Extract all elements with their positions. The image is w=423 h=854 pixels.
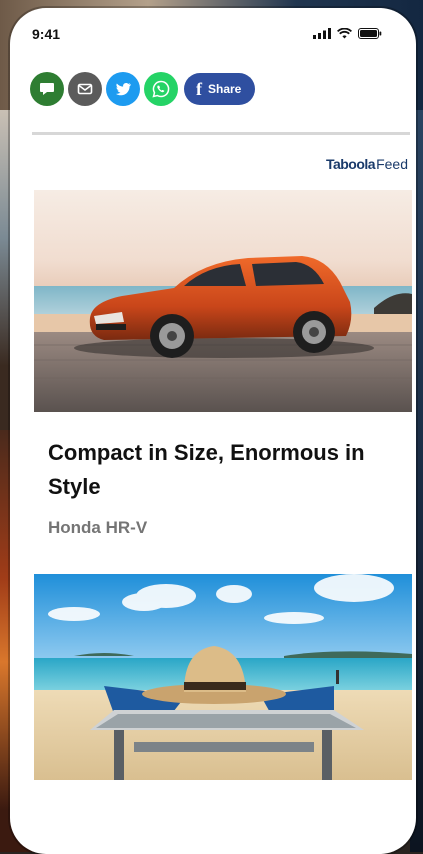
share-label: Share bbox=[208, 82, 242, 96]
mail-icon bbox=[77, 83, 93, 95]
facebook-share-button[interactable]: f Share bbox=[184, 73, 256, 105]
feed-label: Feed bbox=[376, 156, 408, 172]
status-time: 9:41 bbox=[32, 26, 61, 42]
card-image-suv[interactable] bbox=[34, 190, 412, 412]
facebook-icon: f bbox=[196, 78, 202, 99]
comment-icon bbox=[40, 83, 54, 95]
email-share-button[interactable] bbox=[68, 72, 102, 106]
divider bbox=[32, 132, 410, 135]
wifi-icon bbox=[337, 28, 352, 39]
twitter-share-button[interactable] bbox=[106, 72, 140, 106]
status-icons bbox=[313, 28, 382, 39]
battery-icon bbox=[358, 28, 382, 39]
twitter-icon bbox=[115, 82, 132, 96]
card-sponsor[interactable]: Honda HR-V bbox=[48, 518, 147, 538]
comment-button[interactable] bbox=[30, 72, 64, 106]
card-title[interactable]: Compact in Size, Enormous in Style bbox=[48, 436, 398, 504]
status-bar: 9:41 bbox=[10, 8, 416, 56]
whatsapp-share-button[interactable] bbox=[144, 72, 178, 106]
taboola-feed-logo: Taboola Feed bbox=[326, 156, 408, 172]
share-bar: f Share bbox=[30, 72, 256, 106]
taboola-brand: Taboola bbox=[325, 156, 376, 172]
whatsapp-icon bbox=[152, 80, 170, 98]
signal-icon bbox=[313, 28, 331, 39]
card-image-beach[interactable] bbox=[34, 574, 412, 780]
phone-screen: 9:41 f Share Taboola Feed Compact in Siz… bbox=[10, 8, 416, 854]
